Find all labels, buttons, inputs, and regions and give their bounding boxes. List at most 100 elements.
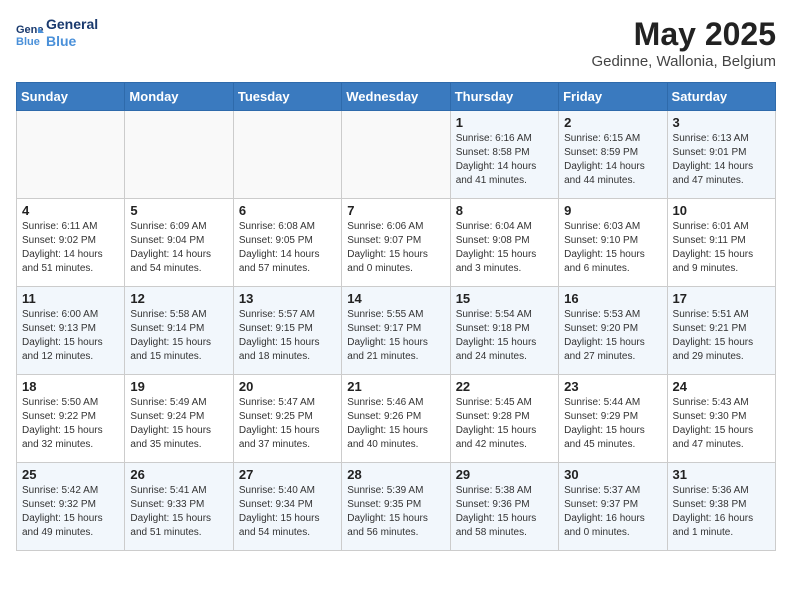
calendar-day: 19 Sunrise: 5:49 AM Sunset: 9:24 PM Dayli… bbox=[125, 375, 233, 463]
day-info: Sunrise: 5:44 AM Sunset: 9:29 PM Dayligh… bbox=[564, 396, 661, 452]
weekday-header-sunday: Sunday bbox=[17, 83, 125, 111]
weekday-header-row: SundayMondayTuesdayWednesdayThursdayFrid… bbox=[17, 83, 776, 111]
day-info: Sunrise: 5:37 AM Sunset: 9:37 PM Dayligh… bbox=[564, 484, 661, 540]
calendar-day: 31 Sunrise: 5:36 AM Sunset: 9:38 PM Dayli… bbox=[667, 463, 775, 551]
calendar-day bbox=[125, 111, 233, 199]
day-number: 12 bbox=[130, 291, 227, 306]
day-number: 8 bbox=[456, 203, 553, 218]
calendar-day: 12 Sunrise: 5:58 AM Sunset: 9:14 PM Dayli… bbox=[125, 287, 233, 375]
day-number: 18 bbox=[22, 379, 119, 394]
day-info: Sunrise: 5:53 AM Sunset: 9:20 PM Dayligh… bbox=[564, 308, 661, 364]
calendar-day: 8 Sunrise: 6:04 AM Sunset: 9:08 PM Daylig… bbox=[450, 199, 558, 287]
day-number: 29 bbox=[456, 467, 553, 482]
day-info: Sunrise: 5:50 AM Sunset: 9:22 PM Dayligh… bbox=[22, 396, 119, 452]
calendar-day: 21Sunrise: 5:46 AM Sunset: 9:26 PM Dayli… bbox=[342, 375, 450, 463]
calendar-day: 5 Sunrise: 6:09 AM Sunset: 9:04 PM Daylig… bbox=[125, 199, 233, 287]
calendar-day: 14 Sunrise: 5:55 AM Sunset: 9:17 PM Dayli… bbox=[342, 287, 450, 375]
calendar-day: 22 Sunrise: 5:45 AM Sunset: 9:28 PM Dayli… bbox=[450, 375, 558, 463]
calendar-week-4: 18 Sunrise: 5:50 AM Sunset: 9:22 PM Dayli… bbox=[17, 375, 776, 463]
day-info: Sunrise: 6:16 AM Sunset: 8:58 PM Dayligh… bbox=[456, 132, 553, 188]
day-info: Sunrise: 6:00 AM Sunset: 9:13 PM Dayligh… bbox=[22, 308, 119, 364]
day-info: Sunrise: 5:43 AM Sunset: 9:30 PM Dayligh… bbox=[673, 396, 770, 452]
month-year: May 2025 bbox=[591, 16, 776, 53]
calendar-day: 20Sunrise: 5:47 AM Sunset: 9:25 PM Dayli… bbox=[233, 375, 341, 463]
day-info: Sunrise: 6:15 AM Sunset: 8:59 PM Dayligh… bbox=[564, 132, 661, 188]
calendar-table: SundayMondayTuesdayWednesdayThursdayFrid… bbox=[16, 82, 776, 551]
calendar-day: 29 Sunrise: 5:38 AM Sunset: 9:36 PM Dayli… bbox=[450, 463, 558, 551]
calendar-week-3: 11 Sunrise: 6:00 AM Sunset: 9:13 PM Dayli… bbox=[17, 287, 776, 375]
calendar-day: 15 Sunrise: 5:54 AM Sunset: 9:18 PM Dayli… bbox=[450, 287, 558, 375]
calendar-day: 18 Sunrise: 5:50 AM Sunset: 9:22 PM Dayli… bbox=[17, 375, 125, 463]
day-info: Sunrise: 5:55 AM Sunset: 9:17 PM Dayligh… bbox=[347, 308, 444, 364]
day-number: 26 bbox=[130, 467, 227, 482]
logo-line2: Blue bbox=[46, 33, 98, 50]
day-number: 22 bbox=[456, 379, 553, 394]
day-info: Sunrise: 5:39 AM Sunset: 9:35 PM Dayligh… bbox=[347, 484, 444, 540]
day-number: 2 bbox=[564, 115, 661, 130]
calendar-day: 1Sunrise: 6:16 AM Sunset: 8:58 PM Daylig… bbox=[450, 111, 558, 199]
day-number: 25 bbox=[22, 467, 119, 482]
calendar-day: 13Sunrise: 5:57 AM Sunset: 9:15 PM Dayli… bbox=[233, 287, 341, 375]
weekday-header-friday: Friday bbox=[559, 83, 667, 111]
day-number: 28 bbox=[347, 467, 444, 482]
logo-icon: General Blue bbox=[16, 19, 44, 47]
day-number: 30 bbox=[564, 467, 661, 482]
day-info: Sunrise: 5:54 AM Sunset: 9:18 PM Dayligh… bbox=[456, 308, 553, 364]
weekday-header-tuesday: Tuesday bbox=[233, 83, 341, 111]
day-number: 5 bbox=[130, 203, 227, 218]
weekday-header-monday: Monday bbox=[125, 83, 233, 111]
day-number: 21 bbox=[347, 379, 444, 394]
day-number: 24 bbox=[673, 379, 770, 394]
day-number: 10 bbox=[673, 203, 770, 218]
day-number: 13 bbox=[239, 291, 336, 306]
logo: General Blue General Blue bbox=[16, 16, 98, 50]
calendar-day: 24 Sunrise: 5:43 AM Sunset: 9:30 PM Dayli… bbox=[667, 375, 775, 463]
calendar-week-5: 25 Sunrise: 5:42 AM Sunset: 9:32 PM Dayli… bbox=[17, 463, 776, 551]
title-block: May 2025 Gedinne, Wallonia, Belgium bbox=[591, 16, 776, 70]
day-number: 15 bbox=[456, 291, 553, 306]
day-number: 27 bbox=[239, 467, 336, 482]
day-info: Sunrise: 6:04 AM Sunset: 9:08 PM Dayligh… bbox=[456, 220, 553, 276]
logo-line1: General bbox=[46, 16, 98, 33]
calendar-day: 25 Sunrise: 5:42 AM Sunset: 9:32 PM Dayli… bbox=[17, 463, 125, 551]
location: Gedinne, Wallonia, Belgium bbox=[591, 53, 776, 70]
day-number: 4 bbox=[22, 203, 119, 218]
day-info: Sunrise: 5:42 AM Sunset: 9:32 PM Dayligh… bbox=[22, 484, 119, 540]
weekday-header-wednesday: Wednesday bbox=[342, 83, 450, 111]
calendar-day: 30 Sunrise: 5:37 AM Sunset: 9:37 PM Dayli… bbox=[559, 463, 667, 551]
day-info: Sunrise: 5:49 AM Sunset: 9:24 PM Dayligh… bbox=[130, 396, 227, 452]
day-info: Sunrise: 5:40 AM Sunset: 9:34 PM Dayligh… bbox=[239, 484, 336, 540]
day-number: 14 bbox=[347, 291, 444, 306]
day-info: Sunrise: 5:51 AM Sunset: 9:21 PM Dayligh… bbox=[673, 308, 770, 364]
calendar-week-1: 1Sunrise: 6:16 AM Sunset: 8:58 PM Daylig… bbox=[17, 111, 776, 199]
svg-text:Blue: Blue bbox=[16, 36, 40, 47]
calendar-day: 23 Sunrise: 5:44 AM Sunset: 9:29 PM Dayli… bbox=[559, 375, 667, 463]
calendar-day: 4 Sunrise: 6:11 AM Sunset: 9:02 PM Daylig… bbox=[17, 199, 125, 287]
day-info: Sunrise: 5:41 AM Sunset: 9:33 PM Dayligh… bbox=[130, 484, 227, 540]
day-number: 11 bbox=[22, 291, 119, 306]
day-info: Sunrise: 5:38 AM Sunset: 9:36 PM Dayligh… bbox=[456, 484, 553, 540]
day-number: 7 bbox=[347, 203, 444, 218]
calendar-day bbox=[17, 111, 125, 199]
weekday-header-saturday: Saturday bbox=[667, 83, 775, 111]
day-number: 23 bbox=[564, 379, 661, 394]
day-info: Sunrise: 6:08 AM Sunset: 9:05 PM Dayligh… bbox=[239, 220, 336, 276]
day-info: Sunrise: 6:09 AM Sunset: 9:04 PM Dayligh… bbox=[130, 220, 227, 276]
day-info: Sunrise: 5:36 AM Sunset: 9:38 PM Dayligh… bbox=[673, 484, 770, 540]
calendar-day: 3Sunrise: 6:13 AM Sunset: 9:01 PM Daylig… bbox=[667, 111, 775, 199]
calendar-day bbox=[342, 111, 450, 199]
day-number: 19 bbox=[130, 379, 227, 394]
day-info: Sunrise: 5:58 AM Sunset: 9:14 PM Dayligh… bbox=[130, 308, 227, 364]
day-number: 16 bbox=[564, 291, 661, 306]
calendar-day: 17Sunrise: 5:51 AM Sunset: 9:21 PM Dayli… bbox=[667, 287, 775, 375]
day-number: 31 bbox=[673, 467, 770, 482]
day-info: Sunrise: 6:11 AM Sunset: 9:02 PM Dayligh… bbox=[22, 220, 119, 276]
calendar-day: 10Sunrise: 6:01 AM Sunset: 9:11 PM Dayli… bbox=[667, 199, 775, 287]
calendar-day: 11 Sunrise: 6:00 AM Sunset: 9:13 PM Dayli… bbox=[17, 287, 125, 375]
weekday-header-thursday: Thursday bbox=[450, 83, 558, 111]
calendar-day: 26 Sunrise: 5:41 AM Sunset: 9:33 PM Dayli… bbox=[125, 463, 233, 551]
day-info: Sunrise: 6:06 AM Sunset: 9:07 PM Dayligh… bbox=[347, 220, 444, 276]
day-info: Sunrise: 5:45 AM Sunset: 9:28 PM Dayligh… bbox=[456, 396, 553, 452]
page-header: General Blue General Blue May 2025 Gedin… bbox=[16, 16, 776, 70]
day-info: Sunrise: 6:03 AM Sunset: 9:10 PM Dayligh… bbox=[564, 220, 661, 276]
